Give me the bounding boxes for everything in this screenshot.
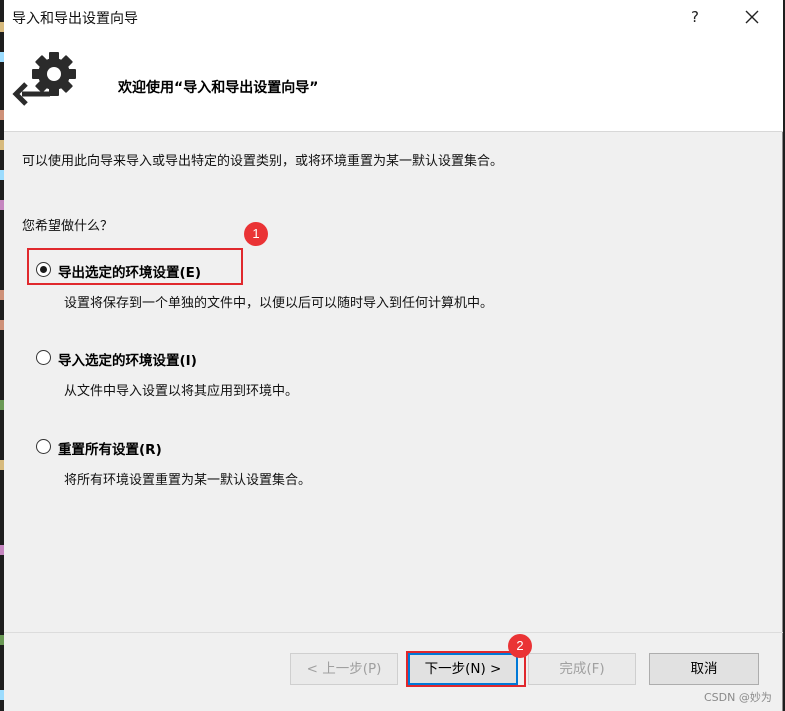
reset-radio[interactable] — [36, 439, 51, 454]
close-icon — [745, 10, 759, 24]
highlight-box-export — [27, 248, 243, 285]
watermark: CSDN @妙为 — [704, 691, 772, 704]
import-description: 从文件中导入设置以将其应用到环境中。 — [64, 384, 299, 399]
badge-step-2: 2 — [508, 634, 532, 658]
badge-step-1: 1 — [244, 222, 268, 246]
wizard-description: 可以使用此向导来导入或导出特定的设置类别，或将环境重置为某一默认设置集合。 — [22, 154, 504, 169]
import-radio[interactable] — [36, 350, 51, 365]
gear-arrow-icon — [12, 52, 76, 106]
title-bar: 导入和导出设置向导 ? — [4, 0, 783, 34]
footer-separator — [4, 632, 783, 633]
close-button[interactable] — [734, 4, 770, 30]
export-description: 设置将保存到一个单独的文件中，以便以后可以随时导入到任何计算机中。 — [64, 296, 494, 311]
help-button[interactable]: ? — [680, 4, 710, 30]
question-label: 您希望做什么？ — [22, 219, 114, 234]
window-title: 导入和导出设置向导 — [12, 11, 138, 27]
cancel-button[interactable]: 取消 — [649, 653, 759, 685]
reset-description: 将所有环境设置重置为某一默认设置集合。 — [64, 473, 312, 488]
welcome-heading: 欢迎使用“导入和导出设置向导” — [118, 80, 319, 96]
back-button[interactable]: < 上一步(P) — [290, 653, 398, 685]
wizard-header: 欢迎使用“导入和导出设置向导” — [4, 34, 783, 132]
finish-button[interactable]: 完成(F) — [528, 653, 636, 685]
import-label[interactable]: 导入选定的环境设置(I) — [58, 349, 197, 369]
reset-label[interactable]: 重置所有设置(R) — [58, 438, 162, 458]
highlight-box-next — [406, 651, 526, 687]
import-export-wizard-dialog: 导入和导出设置向导 ? 欢迎使用“导入和导出设置向导” 可以使用此向导来导入或导… — [4, 0, 783, 711]
